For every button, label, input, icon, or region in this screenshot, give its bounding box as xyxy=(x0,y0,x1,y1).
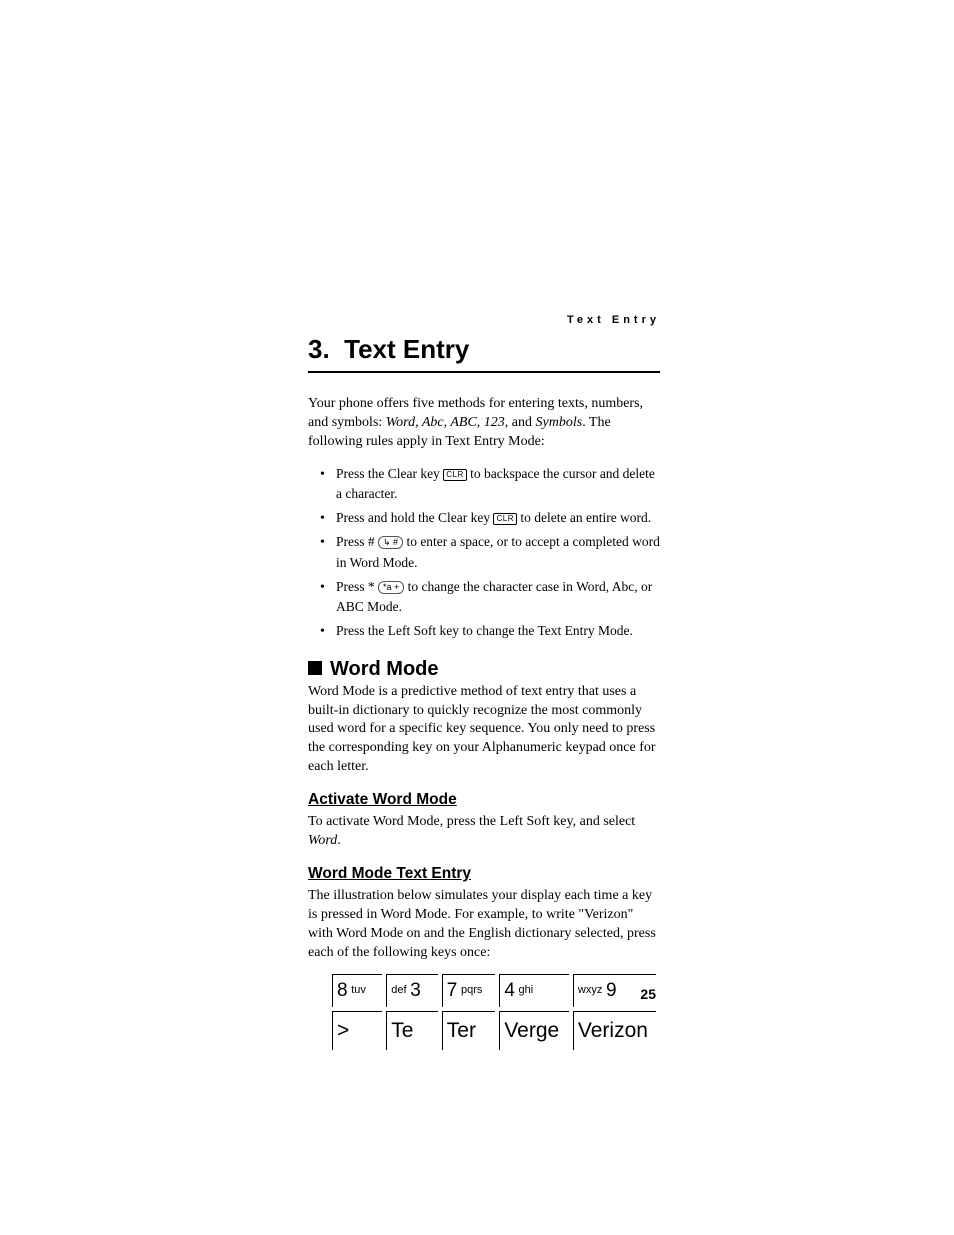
display-cell: Verge xyxy=(499,1011,569,1050)
text: Press # xyxy=(336,534,378,549)
key-digit: 8 xyxy=(337,980,348,1002)
heading-text: Word Mode xyxy=(330,658,439,680)
intro-modes: Word, Abc, ABC, 123 xyxy=(386,415,505,430)
list-item: Press * *a + to change the character cas… xyxy=(308,577,660,618)
chapter-title: 3. Text Entry xyxy=(308,334,660,371)
clr-key-icon: CLR xyxy=(443,469,467,481)
intro-modes2: Symbols xyxy=(536,415,583,430)
key-letters: pqrs xyxy=(461,984,482,996)
list-item: Press # ↳ # to enter a space, or to acce… xyxy=(308,532,660,573)
list-item: Press the Clear key CLR to backspace the… xyxy=(308,464,660,505)
content-column: Text Entry 3. Text Entry Your phone offe… xyxy=(308,314,660,1054)
activate-heading: Activate Word Mode xyxy=(308,791,660,809)
rules-list: Press the Clear key CLR to backspace the… xyxy=(308,464,660,642)
page-number: 25 xyxy=(640,986,656,1002)
chapter-number: 3. xyxy=(308,334,330,364)
key-letters: def xyxy=(391,984,406,996)
key-cell: def 3 xyxy=(386,974,437,1007)
running-head: Text Entry xyxy=(308,314,660,326)
text: Press the Left Soft key to change the Te… xyxy=(336,623,633,638)
key-digit: 4 xyxy=(504,980,515,1002)
square-bullet-icon xyxy=(308,661,322,675)
key-digit: 7 xyxy=(447,980,458,1002)
intro-paragraph: Your phone offers five methods for enter… xyxy=(308,395,660,452)
table-row-display: > Te Ter Verge Verizon xyxy=(332,1011,656,1050)
key-cell: 8 tuv xyxy=(332,974,382,1007)
text: To activate Word Mode, press the Left So… xyxy=(308,814,635,829)
key-cell: 4 ghi xyxy=(499,974,569,1007)
text: Press * xyxy=(336,579,378,594)
text: . xyxy=(337,833,341,848)
text: Press and hold the Clear key xyxy=(336,510,493,525)
key-digit: 9 xyxy=(606,980,617,1002)
display-cell: Verizon xyxy=(573,1011,656,1050)
word-mode-heading: Word Mode xyxy=(308,658,660,681)
word-emphasis: Word xyxy=(308,833,337,848)
word-mode-body: Word Mode is a predictive method of text… xyxy=(308,683,660,777)
key-cell: 7 pqrs xyxy=(442,974,496,1007)
star-key-icon: *a + xyxy=(378,581,404,594)
text: to delete an entire word. xyxy=(517,510,651,525)
clr-key-icon: CLR xyxy=(493,513,517,525)
table-row-keys: 8 tuv def 3 7 pqrs 4 ghi wxyz 9 xyxy=(332,974,656,1007)
display-cell: > xyxy=(332,1011,382,1050)
key-letters: wxyz xyxy=(578,984,602,996)
display-cell: Te xyxy=(386,1011,437,1050)
intro-text: , and xyxy=(505,415,536,430)
activate-body: To activate Word Mode, press the Left So… xyxy=(308,813,660,851)
key-sequence-table: 8 tuv def 3 7 pqrs 4 ghi wxyz 9 > Te Ter… xyxy=(328,970,660,1054)
key-digit: 3 xyxy=(410,980,421,1002)
list-item: Press and hold the Clear key CLR to dele… xyxy=(308,508,660,528)
text: Press the Clear key xyxy=(336,466,443,481)
list-item: Press the Left Soft key to change the Te… xyxy=(308,621,660,641)
page: Text Entry 3. Text Entry Your phone offe… xyxy=(0,0,954,1235)
hash-key-icon: ↳ # xyxy=(378,536,403,549)
display-cell: Ter xyxy=(442,1011,496,1050)
chapter-rule xyxy=(308,371,660,373)
entry-heading: Word Mode Text Entry xyxy=(308,865,660,883)
key-letters: ghi xyxy=(519,984,534,996)
chapter-name: Text Entry xyxy=(344,334,469,364)
key-letters: tuv xyxy=(351,984,366,996)
entry-body: The illustration below simulates your di… xyxy=(308,887,660,963)
